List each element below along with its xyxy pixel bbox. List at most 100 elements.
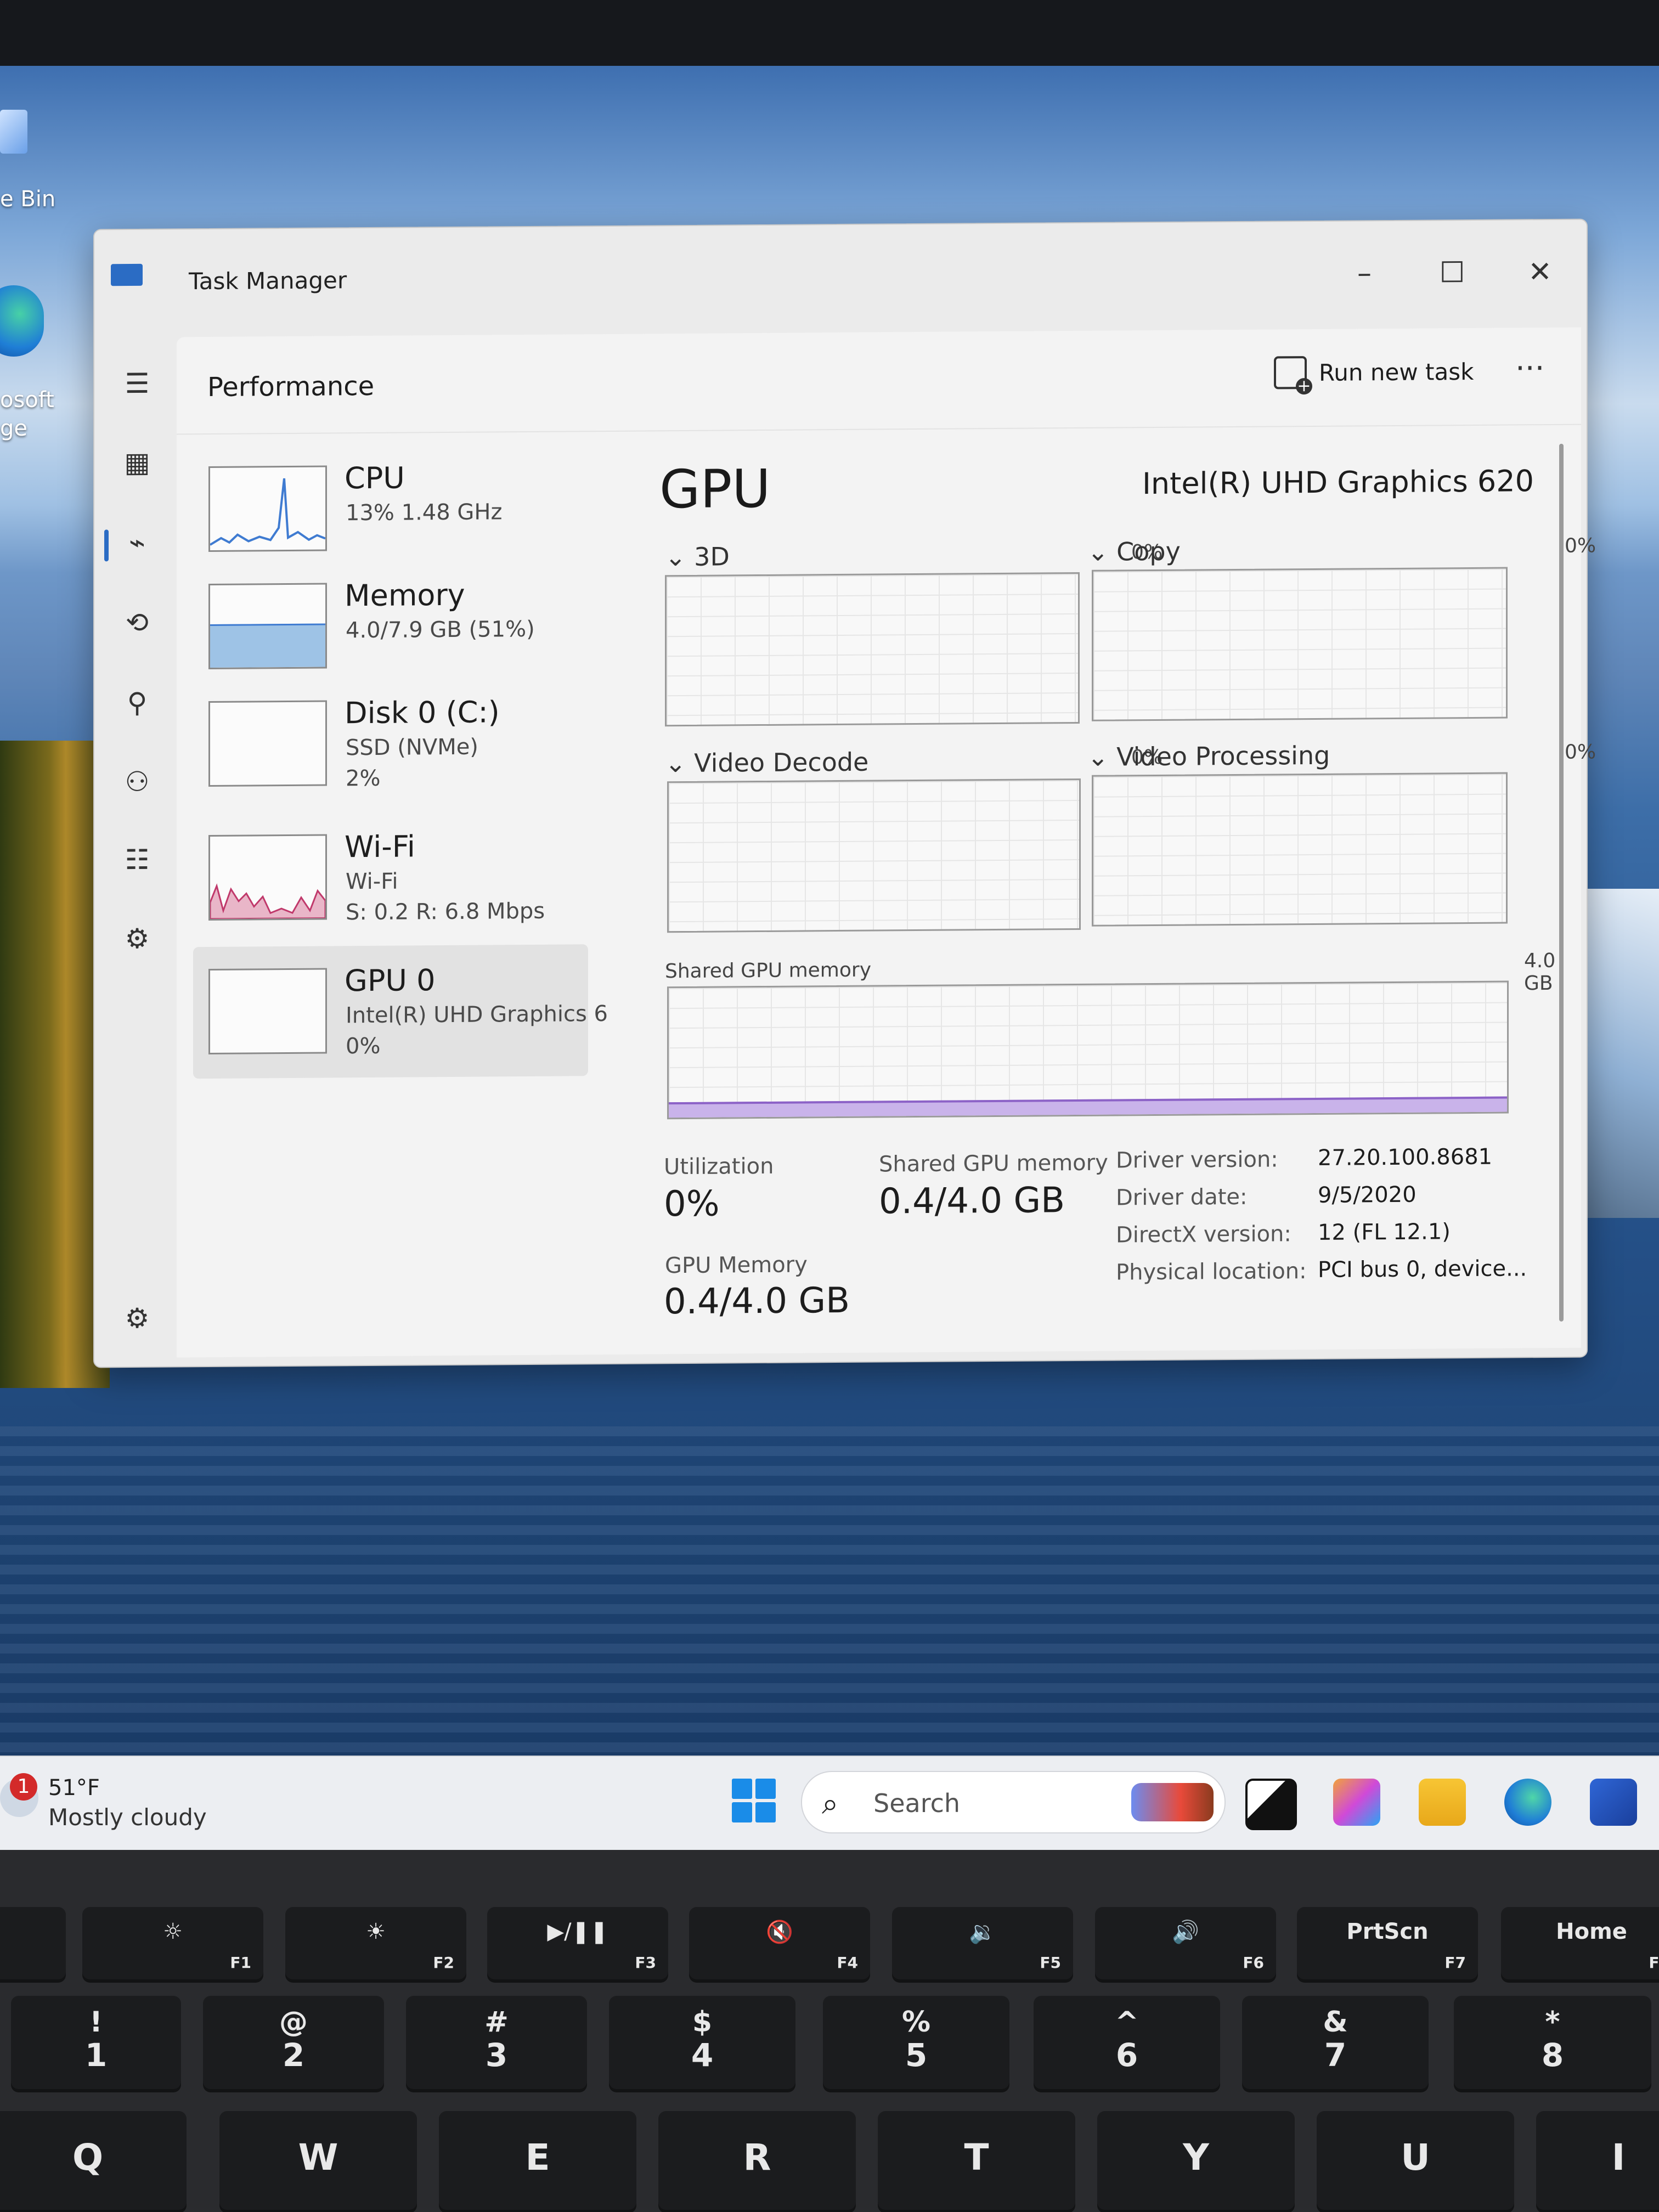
engine-3d-graph: [665, 572, 1080, 727]
edge-icon[interactable]: [1504, 1779, 1551, 1826]
file-explorer-icon[interactable]: [1419, 1779, 1466, 1826]
performance-page: Performance Run new task ··· CPU 13% 1.4…: [177, 327, 1596, 1358]
key-i[interactable]: I: [1536, 2111, 1659, 2210]
key-esc[interactable]: [0, 1907, 66, 1979]
settings-icon[interactable]: ⚙: [121, 1302, 154, 1335]
scrollbar[interactable]: [1559, 443, 1564, 1322]
key-2[interactable]: @2: [203, 1996, 384, 2089]
wifi-label: Wi-Fi: [345, 829, 415, 865]
mute-icon: 🔇: [766, 1920, 793, 1945]
key-f4[interactable]: 🔇 F4: [689, 1907, 870, 1979]
engine-video-decode-label: Video Decode: [694, 747, 869, 778]
processes-icon[interactable]: ▦: [121, 446, 154, 479]
key-f2[interactable]: ☀ F2: [285, 1907, 466, 1979]
key-f8-label: F8: [1649, 1954, 1659, 1972]
start-button[interactable]: [732, 1779, 776, 1822]
weather-notification-badge: 1: [10, 1773, 37, 1801]
weather-temperature[interactable]: 51°F: [48, 1775, 100, 1801]
store-icon[interactable]: [1590, 1779, 1637, 1826]
key-f5[interactable]: 🔉 F5: [892, 1907, 1073, 1979]
wifi-adapter: Wi-Fi: [346, 868, 398, 895]
home-label: Home: [1556, 1919, 1627, 1944]
key-f3[interactable]: ▶/❚❚ F3: [487, 1907, 668, 1979]
more-options-button[interactable]: ···: [1515, 351, 1544, 386]
engine-video-processing-label: Video Processing: [1116, 740, 1330, 772]
gpu-thumbnail: [208, 968, 327, 1055]
engine-video-processing-dropdown[interactable]: ⌄ Video Processing: [1087, 741, 1330, 772]
windows-logo-pane: [755, 1802, 776, 1822]
key-f8[interactable]: Home F8: [1501, 1907, 1659, 1979]
key-t[interactable]: T: [878, 2111, 1075, 2210]
performance-icon[interactable]: ⌁: [121, 526, 154, 559]
details-icon[interactable]: ☷: [121, 843, 154, 876]
perf-item-disk[interactable]: Disk 0 (C:) SSD (NVMe) 2%: [193, 676, 588, 805]
perf-item-gpu[interactable]: GPU 0 Intel(R) UHD Graphics 6 0%: [193, 944, 608, 1079]
key-f1[interactable]: ☼ F1: [82, 1907, 263, 1979]
key-q[interactable]: Q: [0, 2111, 187, 2210]
key-f6[interactable]: 🔊 F6: [1095, 1907, 1276, 1979]
engine-video-decode-dropdown[interactable]: ⌄ Video Decode: [665, 747, 868, 778]
engine-3d-dropdown[interactable]: ⌄ 3D: [665, 541, 730, 572]
weather-description[interactable]: Mostly cloudy: [48, 1804, 207, 1831]
key-f7[interactable]: PrtScn F7: [1297, 1907, 1478, 1979]
run-new-task-button[interactable]: Run new task: [1274, 352, 1474, 392]
prtscn-label: PrtScn: [1346, 1919, 1429, 1944]
key-5[interactable]: % 5: [823, 1996, 1009, 2089]
key-u[interactable]: U: [1317, 2111, 1514, 2210]
key-e-label: E: [525, 2136, 550, 2179]
hamburger-icon[interactable]: ☰: [121, 367, 154, 400]
key-r[interactable]: R: [658, 2111, 856, 2210]
taskbar-search-box[interactable]: ⌕ Search: [801, 1771, 1226, 1833]
startup-apps-icon[interactable]: ⚲: [121, 686, 154, 719]
perf-item-memory[interactable]: Memory 4.0/7.9 GB (51%): [193, 559, 588, 688]
page-header: Performance Run new task ···: [177, 327, 1581, 435]
key-y[interactable]: Y: [1097, 2111, 1295, 2210]
key-3[interactable]: #3: [406, 1996, 587, 2089]
gpu-heading: GPU: [659, 458, 771, 521]
copilot-m365-icon[interactable]: [1333, 1779, 1380, 1826]
key-1[interactable]: ! 1: [11, 1996, 181, 2089]
utilization-value: 0%: [664, 1183, 720, 1225]
title-bar[interactable]: Task Manager – ☐ ✕: [94, 220, 1587, 324]
cpu-usage: 13% 1.48 GHz: [346, 499, 503, 526]
key-7[interactable]: & 7: [1242, 1996, 1429, 2089]
app-history-icon[interactable]: ⟲: [121, 606, 154, 639]
engine-video-decode-graph: [667, 778, 1081, 933]
memory-thumbnail: [208, 583, 327, 670]
recycle-bin-icon[interactable]: [0, 110, 27, 154]
key-e[interactable]: E: [439, 2111, 636, 2210]
play-pause-icon: ▶/❚❚: [547, 1919, 608, 1944]
key-8-label: 8: [1541, 2036, 1564, 2074]
driver-version-key: Driver version:: [1116, 1147, 1278, 1173]
gpu-memory-label: GPU Memory: [665, 1252, 808, 1279]
key-8[interactable]: * 8: [1454, 1996, 1651, 2089]
perf-item-wifi[interactable]: Wi-Fi Wi-Fi S: 0.2 R: 6.8 Mbps: [193, 810, 588, 939]
task-view-icon[interactable]: [1245, 1779, 1297, 1830]
cpu-thumbnail: [208, 465, 327, 552]
close-button[interactable]: ✕: [1515, 247, 1565, 297]
key-4[interactable]: $4: [609, 1996, 795, 2089]
users-icon[interactable]: ⚇: [121, 765, 154, 798]
edge-desktop-label-2[interactable]: ge: [0, 416, 66, 441]
recycle-bin-label[interactable]: e Bin: [0, 187, 66, 212]
services-icon[interactable]: ⚙: [121, 922, 154, 955]
driver-version-value: 27.20.100.8681: [1318, 1144, 1493, 1171]
minimize-button[interactable]: –: [1340, 249, 1389, 298]
key-1-shift: !: [89, 2006, 103, 2039]
key-6[interactable]: ^ 6: [1034, 1996, 1220, 2089]
key-w-label: W: [298, 2136, 338, 2179]
key-5-label: 5: [905, 2036, 928, 2074]
engine-copy-dropdown[interactable]: ⌄ Copy: [1087, 537, 1181, 567]
key-4-label: 4: [691, 2036, 714, 2074]
key-f2-label: F2: [433, 1954, 454, 1972]
brightness-up-icon: ☀: [366, 1919, 386, 1944]
page-title: Performance: [207, 370, 375, 403]
driver-date-value: 9/5/2020: [1318, 1182, 1417, 1208]
gpu-model-name: Intel(R) UHD Graphics 620: [1142, 464, 1534, 501]
memory-usage: 4.0/7.9 GB (51%): [346, 616, 535, 644]
edge-desktop-label[interactable]: osoft: [0, 387, 66, 413]
brightness-down-icon: ☼: [163, 1919, 183, 1944]
maximize-button[interactable]: ☐: [1427, 248, 1477, 298]
perf-item-cpu[interactable]: CPU 13% 1.48 GHz: [193, 442, 588, 571]
key-w[interactable]: W: [219, 2111, 417, 2210]
